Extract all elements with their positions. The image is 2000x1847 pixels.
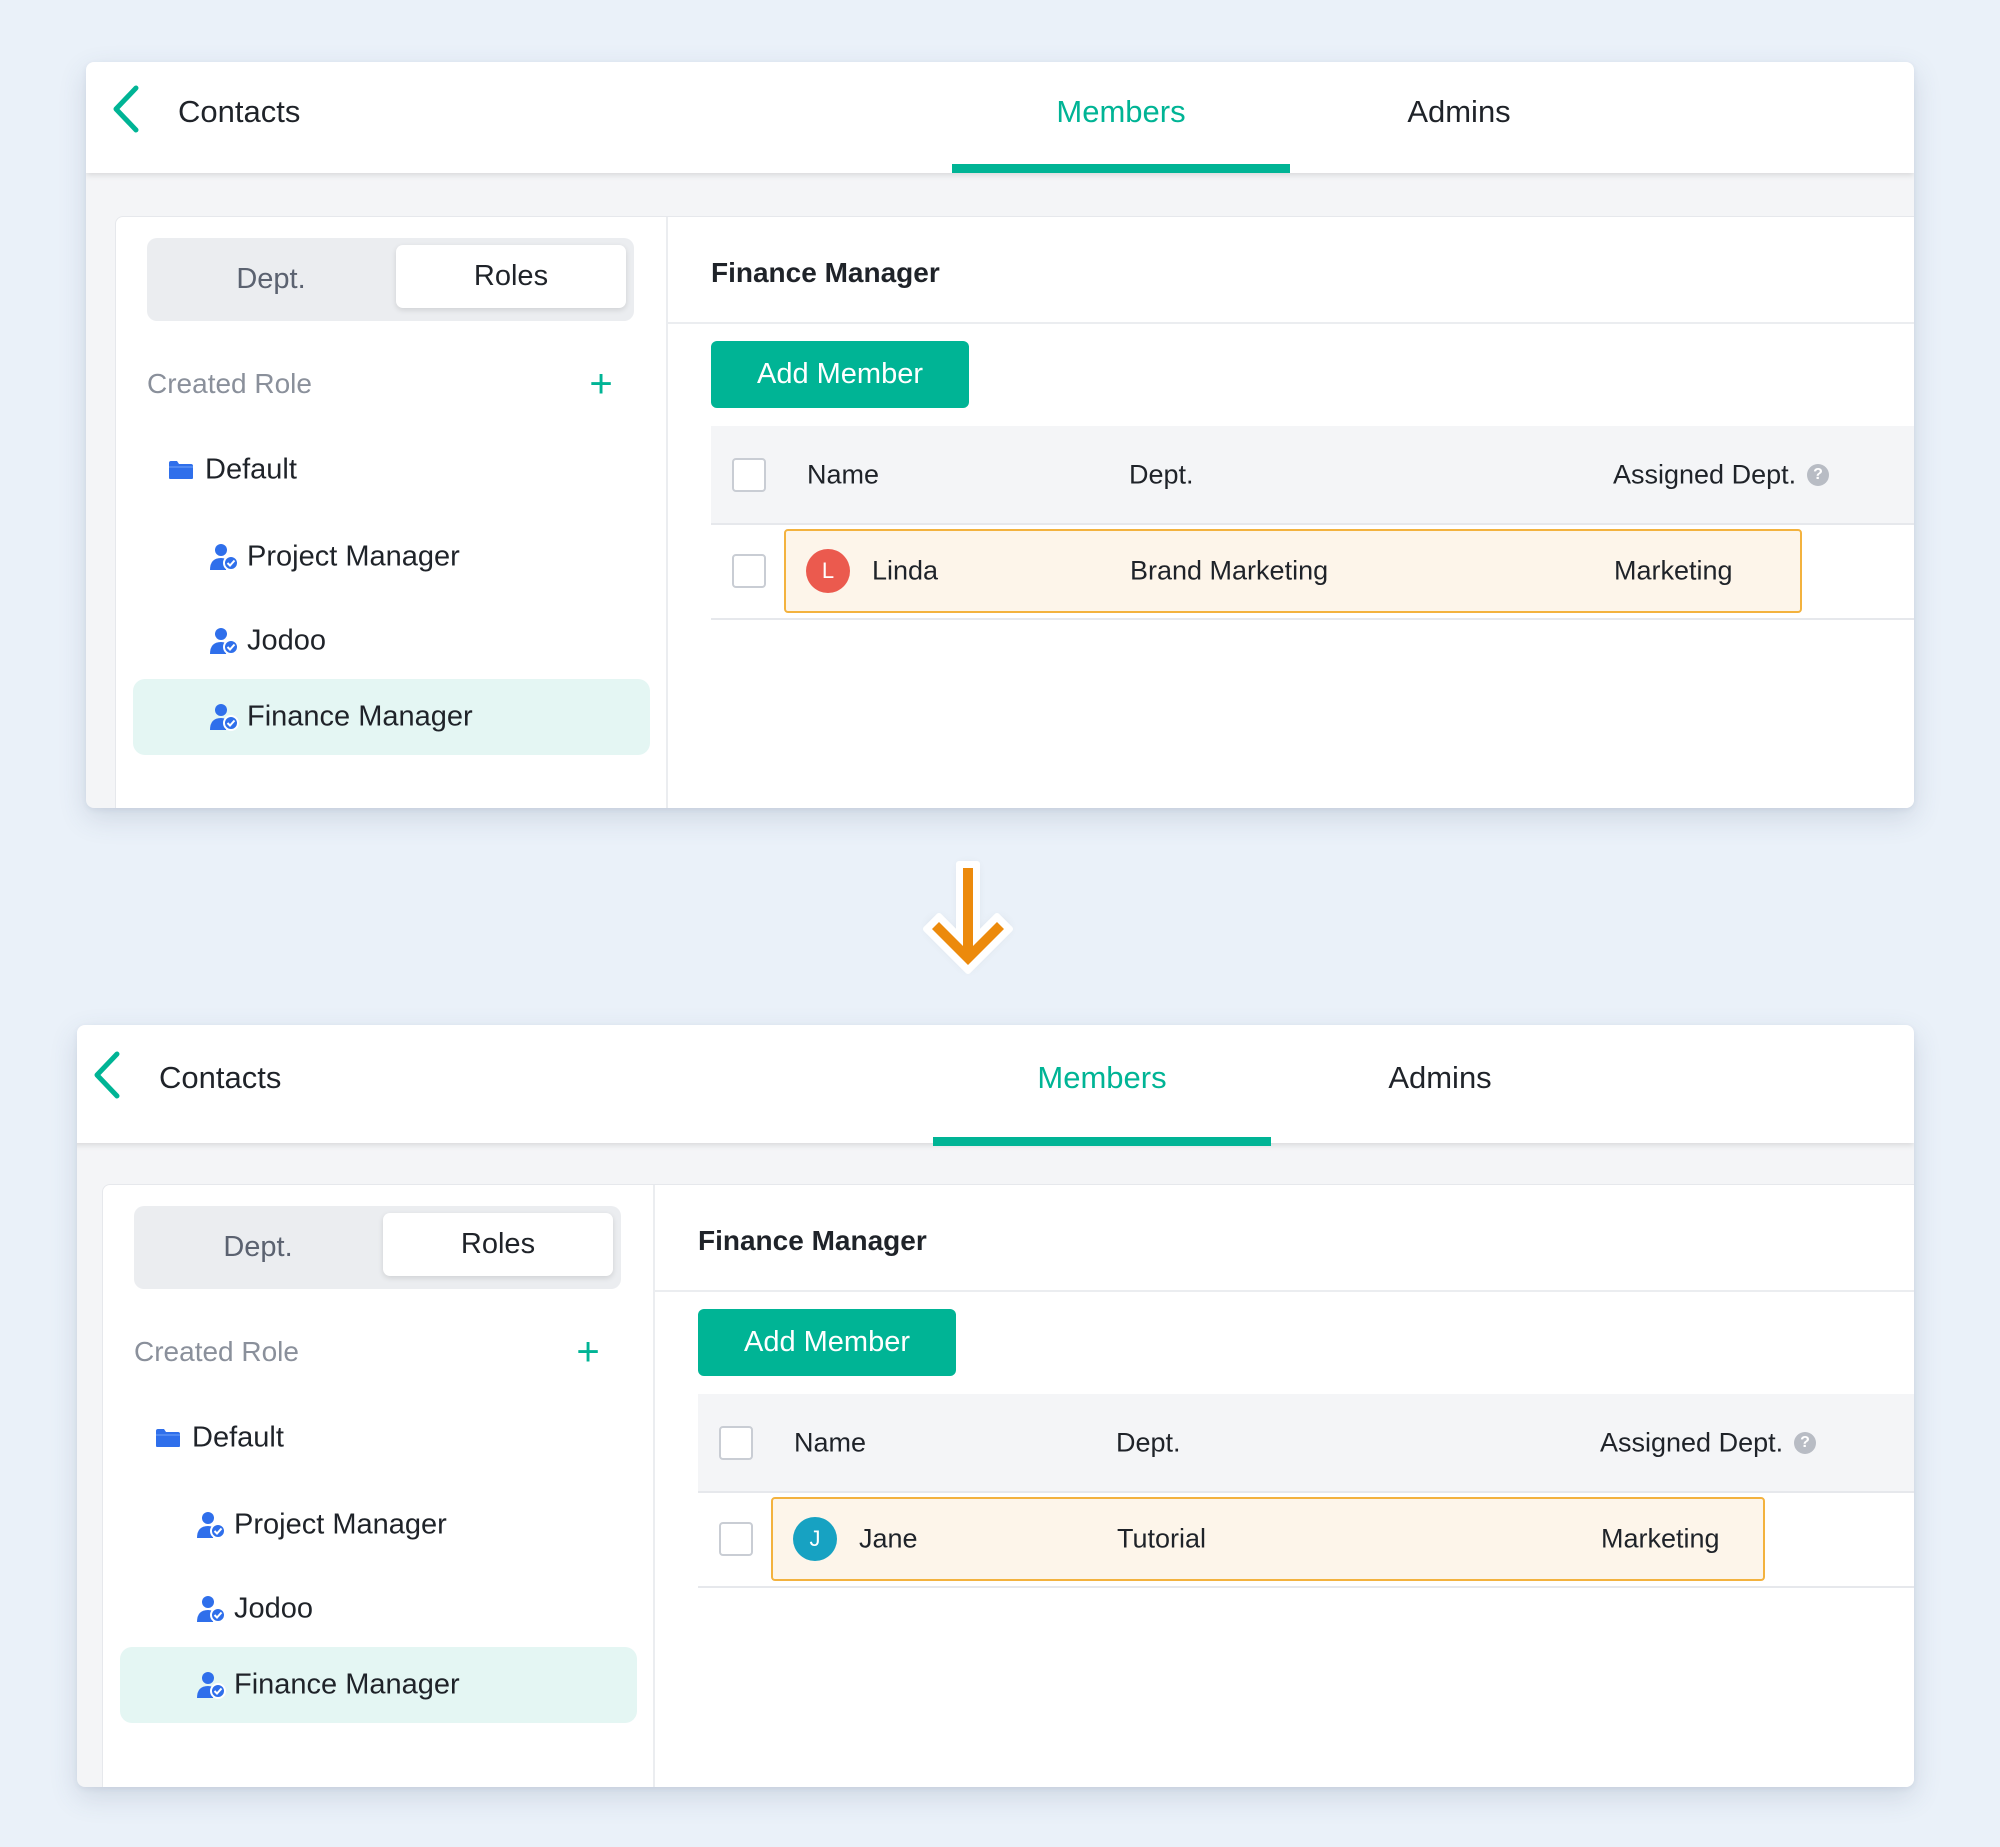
user-check-icon <box>197 1512 226 1539</box>
role-item-jodoo[interactable]: Jodoo <box>116 603 666 679</box>
member-assigned-dept: Marketing <box>1614 555 1733 586</box>
top-bar: Contacts Members Admins <box>86 62 1914 173</box>
after-screen: Contacts Members Admins Dept. Roles Crea… <box>77 1025 1914 1787</box>
table-row[interactable]: J Jane Tutorial Marketing <box>698 1492 1914 1588</box>
role-label: Jodoo <box>247 624 327 657</box>
folder-icon <box>156 1429 180 1447</box>
table-row[interactable]: L Linda Brand Marketing Marketing <box>711 524 1914 620</box>
member-dept: Tutorial <box>1117 1523 1207 1554</box>
role-item-project-manager[interactable]: Project Manager <box>116 519 666 595</box>
user-check-icon <box>210 628 239 655</box>
column-assigned-dept: Assigned Dept. <box>1600 1427 1784 1457</box>
plus-icon[interactable]: + <box>589 364 612 404</box>
active-tab-indicator <box>952 164 1290 173</box>
folder-label: Default <box>205 453 297 486</box>
row-checkbox[interactable] <box>732 554 766 588</box>
content-card: Dept. Roles Created Role + Default Proje… <box>102 1184 1914 1787</box>
role-label: Project Manager <box>247 540 460 573</box>
user-check-icon <box>197 1672 226 1699</box>
column-dept: Dept. <box>1129 459 1194 489</box>
top-bar: Contacts Members Admins <box>77 1025 1914 1146</box>
content-card: Dept. Roles Created Role + Default Proje… <box>115 216 1914 808</box>
avatar: L <box>806 549 850 593</box>
avatar: J <box>793 1517 837 1561</box>
segment-dept[interactable]: Dept. <box>147 238 395 321</box>
role-label: Project Manager <box>234 1508 447 1541</box>
role-sidebar: Dept. Roles Created Role + Default Proje… <box>116 217 668 808</box>
tab-members[interactable]: Members <box>1037 1060 1166 1096</box>
created-role-label: Created Role <box>147 368 312 399</box>
role-label: Finance Manager <box>234 1668 460 1701</box>
user-check-icon <box>197 1596 226 1623</box>
folder-icon <box>169 461 193 479</box>
role-title: Finance Manager <box>711 257 940 288</box>
select-all-checkbox[interactable] <box>732 458 766 492</box>
view-segmented-control: Dept. Roles <box>134 1206 621 1289</box>
question-circle-icon[interactable]: ? <box>1807 463 1829 486</box>
chevron-left-icon[interactable] <box>111 85 141 133</box>
chevron-left-icon[interactable] <box>92 1051 122 1099</box>
question-circle-icon[interactable]: ? <box>1794 1431 1816 1454</box>
column-dept: Dept. <box>1116 1427 1181 1457</box>
tab-members[interactable]: Members <box>1056 94 1185 130</box>
user-check-icon <box>210 704 239 731</box>
folder-label: Default <box>192 1421 284 1454</box>
segment-roles[interactable]: Roles <box>396 245 626 308</box>
role-item-finance-manager[interactable]: Finance Manager <box>120 1647 637 1723</box>
role-label: Finance Manager <box>247 700 473 733</box>
tab-admins[interactable]: Admins <box>1388 1060 1491 1096</box>
role-label: Jodoo <box>234 1592 314 1625</box>
view-segmented-control: Dept. Roles <box>147 238 634 321</box>
segment-dept[interactable]: Dept. <box>134 1206 382 1289</box>
user-check-icon <box>210 544 239 571</box>
add-member-button[interactable]: Add Member <box>711 341 969 408</box>
add-member-button[interactable]: Add Member <box>698 1309 956 1376</box>
tab-admins[interactable]: Admins <box>1407 94 1510 130</box>
member-name: Linda <box>872 555 939 586</box>
role-item-jodoo[interactable]: Jodoo <box>103 1571 653 1647</box>
role-members-pane: Finance Manager Add Member Name Dept. As… <box>655 1185 1914 1787</box>
role-sidebar: Dept. Roles Created Role + Default Proje… <box>103 1185 655 1787</box>
created-role-label: Created Role <box>134 1336 299 1367</box>
active-tab-indicator <box>933 1137 1271 1146</box>
plus-icon[interactable]: + <box>576 1332 599 1372</box>
column-assigned-dept: Assigned Dept. <box>1613 459 1797 489</box>
role-item-project-manager[interactable]: Project Manager <box>103 1487 653 1563</box>
table-header: Name Dept. Assigned Dept. ? <box>711 426 1914 525</box>
column-name: Name <box>807 459 880 489</box>
member-assigned-dept: Marketing <box>1601 1523 1720 1554</box>
member-name: Jane <box>859 1523 918 1554</box>
before-screen: Contacts Members Admins Dept. Roles Crea… <box>86 62 1914 808</box>
row-checkbox[interactable] <box>719 1522 753 1556</box>
role-members-pane: Finance Manager Add Member Name Dept. As… <box>668 217 1914 808</box>
page-title: Contacts <box>178 94 301 129</box>
member-dept: Brand Marketing <box>1130 555 1329 586</box>
column-name: Name <box>794 1427 867 1457</box>
role-title: Finance Manager <box>698 1225 927 1256</box>
table-header: Name Dept. Assigned Dept. ? <box>698 1394 1914 1493</box>
role-item-finance-manager[interactable]: Finance Manager <box>133 679 650 755</box>
folder-default[interactable]: Default <box>116 432 666 508</box>
divider <box>655 1290 1914 1292</box>
segment-roles[interactable]: Roles <box>383 1213 613 1276</box>
select-all-checkbox[interactable] <box>719 1426 753 1460</box>
down-arrow-icon <box>923 861 1013 974</box>
row-highlight: L Linda Brand Marketing Marketing <box>784 529 1802 613</box>
folder-default[interactable]: Default <box>103 1400 653 1476</box>
page-title: Contacts <box>159 1060 282 1095</box>
divider <box>668 322 1914 324</box>
row-highlight: J Jane Tutorial Marketing <box>771 1497 1765 1581</box>
